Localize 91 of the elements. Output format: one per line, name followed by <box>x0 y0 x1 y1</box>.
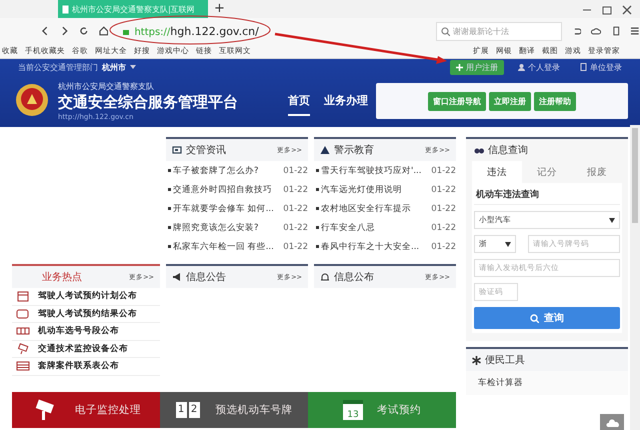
plus-icon <box>456 64 463 70</box>
lock-icon <box>122 27 130 35</box>
bullet-icon <box>168 188 171 191</box>
cloud-icon <box>591 26 601 36</box>
news-link[interactable]: 车子被套牌了怎么办? <box>173 164 259 176</box>
login-link[interactable]: 单位登录 <box>574 60 628 74</box>
person-icon <box>518 64 525 70</box>
news-date: 01-22 <box>431 242 456 252</box>
tool-link[interactable]: 车检计算器 <box>466 371 628 395</box>
news-date: 01-22 <box>283 184 308 194</box>
hot-link[interactable]: 驾驶人考试预约计划公布 <box>38 290 137 302</box>
login-link[interactable]: 个人登录 <box>512 60 566 74</box>
maximize-icon <box>602 5 612 15</box>
news-link[interactable]: 私家车六年检一回 有些... <box>173 240 274 252</box>
service-tile[interactable]: 1 2 预选机动车号牌 <box>160 392 308 428</box>
bullet-icon <box>316 226 319 229</box>
hot-link[interactable]: 套牌案件联系表公布 <box>38 360 119 372</box>
forward-icon <box>60 26 70 36</box>
asterisk-icon <box>472 356 481 364</box>
service-tile[interactable]: 13 考试预约 <box>308 392 456 428</box>
menu-icon <box>630 26 640 36</box>
scrollbar[interactable] <box>630 125 640 430</box>
service-tile[interactable]: 电子监控处理 <box>12 392 160 428</box>
bullet-icon <box>168 207 171 210</box>
org-name: 杭州市公安局交通警察支队 <box>58 81 155 92</box>
panel-title: 信息查询 <box>488 144 528 157</box>
image-icon <box>172 145 182 155</box>
search-icon <box>441 26 450 36</box>
reload-icon <box>79 26 89 36</box>
query-button[interactable]: 查询 <box>474 307 620 329</box>
news-date: 01-22 <box>283 166 308 176</box>
close-icon <box>622 5 632 15</box>
news-link[interactable]: 春风中行车之十大安全... <box>321 240 420 252</box>
news-date: 01-22 <box>431 204 456 214</box>
bell-icon <box>320 272 330 282</box>
news-link[interactable]: 牌照究竟该怎么安装? <box>173 222 259 234</box>
city-selector[interactable]: 杭州市 <box>102 62 126 72</box>
cloud-icon <box>606 419 620 427</box>
caret-icon <box>609 218 615 222</box>
address-bar[interactable]: https://hgh.122.gov.cn/ <box>118 21 426 41</box>
back-to-top-button[interactable] <box>600 414 624 430</box>
search-icon <box>530 314 539 322</box>
news-date: 01-22 <box>431 184 456 194</box>
news-date: 01-22 <box>283 204 308 214</box>
news-link[interactable]: 开车就要学会修车 如何... <box>173 202 274 214</box>
news-date: 01-22 <box>431 166 456 176</box>
panel-title: 警示教育 <box>334 144 374 157</box>
news-date: 01-22 <box>431 222 456 232</box>
news-link[interactable]: 行车安全八忌 <box>321 222 375 234</box>
news-date: 01-22 <box>283 242 308 252</box>
home-icon <box>98 26 108 36</box>
hot-link[interactable]: 驾驶人考试预约结果公布 <box>38 308 137 320</box>
panel-title: 交管资讯 <box>186 144 226 157</box>
panel-title: 信息公布 <box>334 270 374 284</box>
query-subtitle: 机动车违法查询 <box>474 185 620 205</box>
platform-title: 交通安全综合服务管理平台 <box>58 93 238 112</box>
bullet-icon <box>316 207 319 210</box>
page-icon <box>62 4 69 14</box>
table-icon <box>16 360 30 372</box>
bullet-icon <box>168 245 171 248</box>
plate-icon <box>16 325 30 338</box>
hot-link[interactable]: 机动车选号号段公布 <box>38 325 119 338</box>
caret-icon <box>505 242 511 246</box>
calendar-icon: 13 <box>343 400 363 420</box>
query-tab[interactable]: 违法 <box>472 161 522 183</box>
warning-icon <box>320 145 330 155</box>
query-tab[interactable]: 报废 <box>572 161 622 183</box>
bullet-icon <box>168 169 171 172</box>
department-label: 当前公安交通管理部门 <box>18 62 98 72</box>
panel-title: 信息公告 <box>186 270 226 284</box>
news-link[interactable]: 农村地区安全行车提示 <box>321 202 411 214</box>
new-tab-button[interactable]: + <box>214 0 225 18</box>
nav-link[interactable]: 首页 <box>288 86 310 116</box>
news-link[interactable]: 雪天行车驾驶技巧应对'... <box>321 164 422 176</box>
megaphone-icon <box>172 272 182 282</box>
query-tab[interactable]: 记分 <box>522 161 572 183</box>
back-icon <box>40 26 50 36</box>
bullet-icon <box>316 188 319 191</box>
news-date: 01-22 <box>283 222 308 232</box>
panel-title: 业务热点 <box>42 270 82 284</box>
caret-icon <box>130 64 136 70</box>
document-icon <box>580 63 587 71</box>
bullet-icon <box>316 169 319 172</box>
phone-icon <box>610 26 620 36</box>
hot-link[interactable]: 交通技术监控设备公布 <box>38 342 128 355</box>
panel-title: 便民工具 <box>485 354 525 367</box>
news-link[interactable]: 交通意外时四招自救技巧 <box>173 184 272 196</box>
nav-link[interactable]: 业务办理 <box>324 86 368 116</box>
news-link[interactable]: 汽车远光灯使用说明 <box>321 184 402 196</box>
bullet-icon <box>168 226 171 229</box>
bullet-icon <box>316 245 319 248</box>
